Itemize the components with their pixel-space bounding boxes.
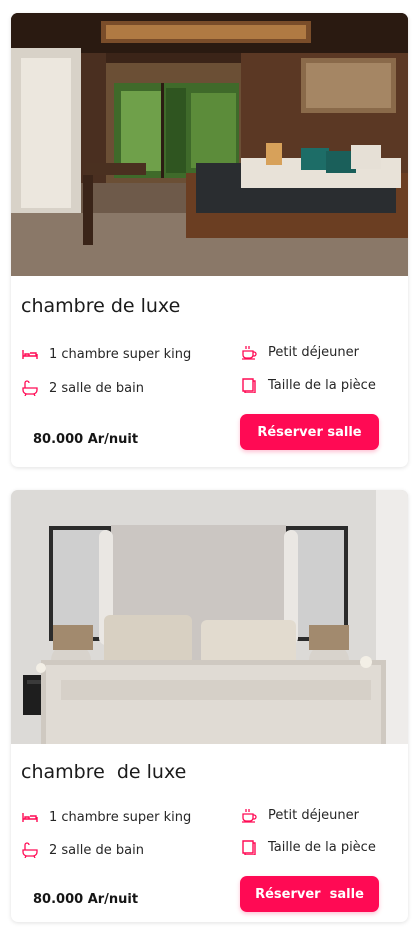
room-size-icon <box>241 839 257 855</box>
room-price: 80.000 Ar/nuit <box>33 892 139 907</box>
feature-bed-label: 1 chambre super king <box>49 809 192 825</box>
room-photo <box>11 13 408 276</box>
feature-bed: 1 chambre super king <box>22 809 191 825</box>
book-room-button[interactable]: Réserver salle <box>240 414 379 450</box>
room-title: chambre de luxe <box>21 295 181 317</box>
room-list: chambre de luxe 1 chambre super king 2 s… <box>0 0 419 932</box>
room-photo <box>11 490 408 744</box>
feature-bath: 2 salle de bain <box>22 842 144 858</box>
feature-room-size-label: Taille de la pièce <box>268 839 376 855</box>
room-price: 80.000 Ar/nuit <box>33 432 139 447</box>
breakfast-icon <box>241 807 257 823</box>
bathtub-icon <box>22 380 38 396</box>
room-card[interactable]: chambre de luxe 1 chambre super king 2 s… <box>11 13 408 467</box>
feature-room-size-label: Taille de la pièce <box>268 377 376 393</box>
feature-breakfast: Petit déjeuner <box>241 344 359 360</box>
feature-room-size: Taille de la pièce <box>241 377 376 393</box>
room-card[interactable]: chambre de luxe 1 chambre super king 2 s… <box>11 490 408 922</box>
book-room-button[interactable]: Réserver salle <box>240 876 379 912</box>
room-title: chambre de luxe <box>21 761 187 783</box>
breakfast-icon <box>241 344 257 360</box>
feature-bath-label: 2 salle de bain <box>49 380 144 396</box>
feature-breakfast: Petit déjeuner <box>241 807 359 823</box>
feature-bath: 2 salle de bain <box>22 380 144 396</box>
bed-icon <box>22 809 38 825</box>
feature-bath-label: 2 salle de bain <box>49 842 144 858</box>
room-size-icon <box>241 377 257 393</box>
feature-bed-label: 1 chambre super king <box>49 346 192 362</box>
bed-icon <box>22 346 38 362</box>
feature-breakfast-label: Petit déjeuner <box>268 807 359 823</box>
bathtub-icon <box>22 842 38 858</box>
feature-breakfast-label: Petit déjeuner <box>268 344 359 360</box>
feature-bed: 1 chambre super king <box>22 346 191 362</box>
feature-room-size: Taille de la pièce <box>241 839 376 855</box>
